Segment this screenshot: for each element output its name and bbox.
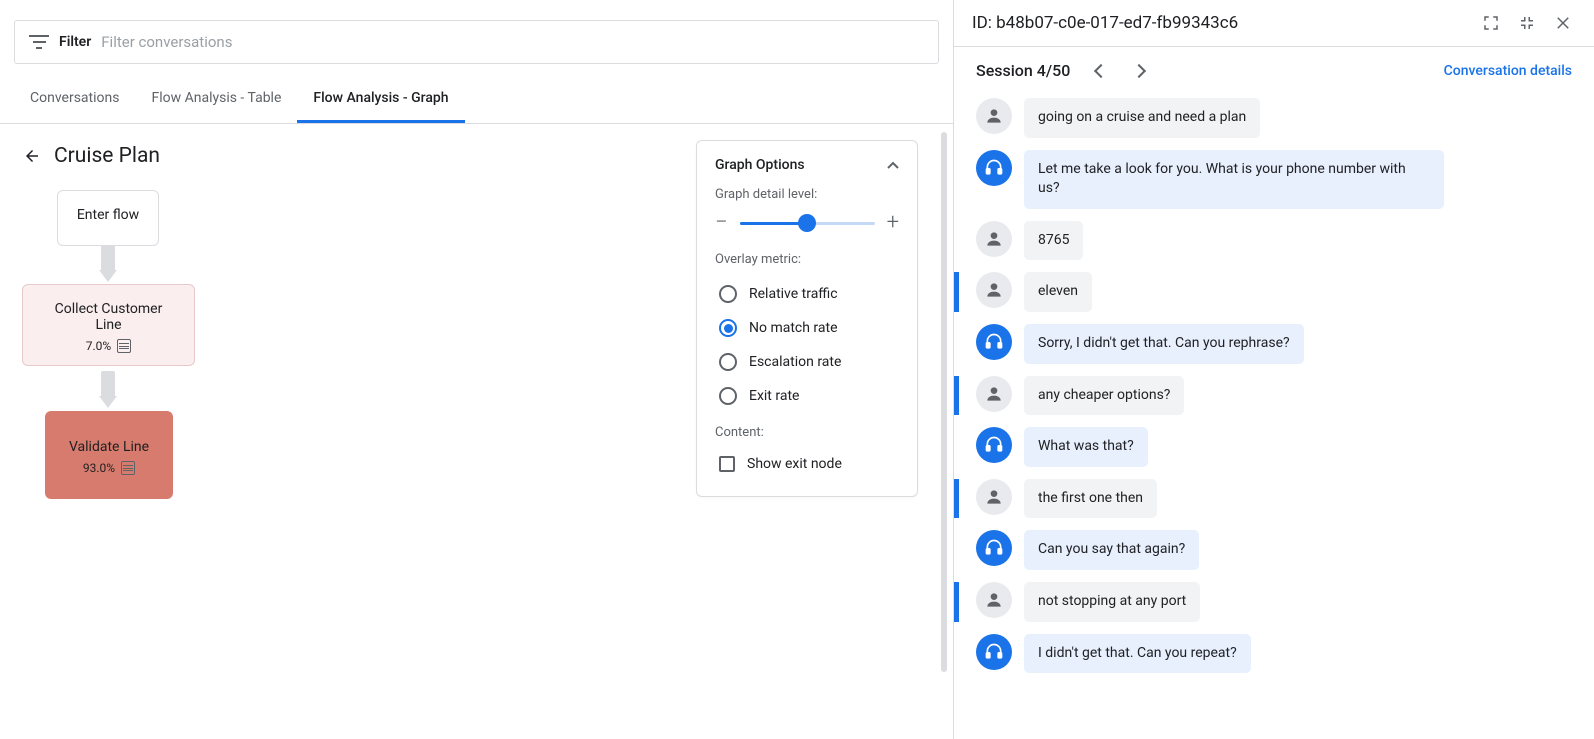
checkbox-show-exit-node[interactable]: Show exit node [715, 450, 899, 478]
tabs: Conversations Flow Analysis - Table Flow… [0, 76, 953, 124]
filter-bar[interactable]: Filter Filter conversations [14, 20, 939, 64]
user-avatar-icon [976, 376, 1012, 412]
message-bubble: What was that? [1024, 427, 1148, 467]
edge [101, 371, 115, 397]
scrollbar[interactable] [943, 132, 953, 692]
tab-conversations[interactable]: Conversations [14, 76, 135, 123]
back-button[interactable] [22, 146, 42, 166]
conversation-id: ID: b48b07-c0e-017-ed7-fb99343c6 [972, 13, 1468, 33]
agent-avatar-icon [976, 427, 1012, 463]
flow-title: Cruise Plan [54, 144, 160, 168]
node-metric: 7.0% [86, 339, 111, 353]
slider-thumb[interactable] [798, 214, 816, 232]
message-row: the first one then [954, 473, 1584, 525]
message-bubble: Can you say that again? [1024, 530, 1199, 570]
node-validate-line[interactable]: Validate Line 93.0% [45, 411, 173, 499]
message-row: going on a cruise and need a plan [954, 92, 1584, 144]
message-bubble: going on a cruise and need a plan [1024, 98, 1260, 138]
tab-flow-table[interactable]: Flow Analysis - Table [135, 76, 297, 123]
session-bar: Session 4/50 Conversation details [954, 46, 1594, 92]
checkbox-box [719, 456, 735, 472]
overlay-metric-radios: Relative traffic No match rate Escalatio… [715, 277, 899, 413]
filter-placeholder: Filter conversations [101, 33, 232, 51]
radio-escalation-rate[interactable]: Escalation rate [715, 345, 899, 379]
message-bubble: any cheaper options? [1024, 376, 1184, 416]
scrollbar-thumb[interactable] [941, 132, 947, 672]
user-avatar-icon [976, 582, 1012, 618]
checkbox-label: Show exit node [747, 456, 842, 472]
node-metric: 93.0% [83, 461, 115, 475]
radio-label: No match rate [749, 320, 838, 336]
details-icon[interactable] [121, 461, 135, 475]
radio-relative-traffic[interactable]: Relative traffic [715, 277, 899, 311]
message-bubble: I didn't get that. Can you repeat? [1024, 634, 1251, 674]
message-row: Let me take a look for you. What is your… [954, 144, 1584, 215]
message-bubble: eleven [1024, 272, 1092, 312]
node-collect-customer-line[interactable]: Collect Customer Line 7.0% [22, 284, 195, 366]
filter-icon [29, 35, 49, 49]
fullscreen-exit-icon[interactable] [1514, 10, 1540, 36]
message-bubble: not stopping at any port [1024, 582, 1200, 622]
radio-no-match-rate[interactable]: No match rate [715, 311, 899, 345]
fullscreen-enter-icon[interactable] [1478, 10, 1504, 36]
agent-avatar-icon [976, 324, 1012, 360]
message-row: eleven [954, 266, 1584, 318]
detail-slider: − + [715, 212, 899, 234]
collapse-icon[interactable] [887, 161, 899, 169]
message-bubble: Let me take a look for you. What is your… [1024, 150, 1444, 209]
radio-label: Escalation rate [749, 354, 841, 370]
conversation-details-link[interactable]: Conversation details [1444, 63, 1572, 79]
message-row: I didn't get that. Can you repeat? [954, 628, 1584, 680]
radio-label: Relative traffic [749, 286, 838, 302]
message-row: Can you say that again? [954, 524, 1584, 576]
radio-exit-rate[interactable]: Exit rate [715, 379, 899, 413]
agent-avatar-icon [976, 530, 1012, 566]
edge-arrowhead [99, 270, 117, 282]
overlay-metric-label: Overlay metric: [715, 252, 899, 267]
user-avatar-icon [976, 479, 1012, 515]
agent-avatar-icon [976, 634, 1012, 670]
content-label: Content: [715, 425, 899, 440]
messages-list[interactable]: going on a cruise and need a plan Let me… [954, 92, 1594, 739]
message-row: any cheaper options? [954, 370, 1584, 422]
session-label: Session 4/50 [976, 61, 1070, 80]
radio-label: Exit rate [749, 388, 799, 404]
message-row: What was that? [954, 421, 1584, 473]
next-session-button[interactable] [1132, 63, 1146, 77]
message-bubble: Sorry, I didn't get that. Can you rephra… [1024, 324, 1304, 364]
close-icon[interactable] [1550, 10, 1576, 36]
message-bubble: 8765 [1024, 221, 1083, 261]
slider-fill [740, 222, 808, 225]
panel-title: Graph Options [715, 157, 805, 173]
slider-minus-button[interactable]: − [715, 212, 728, 234]
node-title: Validate Line [66, 439, 152, 455]
node-enter-flow[interactable]: Enter flow [57, 190, 159, 246]
edge-arrowhead [99, 396, 117, 408]
user-avatar-icon [976, 272, 1012, 308]
node-title: Enter flow [68, 207, 148, 223]
agent-avatar-icon [976, 150, 1012, 186]
details-icon[interactable] [117, 339, 131, 353]
user-avatar-icon [976, 221, 1012, 257]
node-title: Collect Customer Line [43, 301, 174, 333]
graph-options-panel: Graph Options Graph detail level: − + Ov… [696, 140, 918, 497]
prev-session-button[interactable] [1094, 63, 1108, 77]
filter-label: Filter [59, 34, 91, 50]
user-avatar-icon [976, 98, 1012, 134]
slider-plus-button[interactable]: + [887, 212, 899, 234]
edge [101, 245, 115, 271]
tab-flow-graph[interactable]: Flow Analysis - Graph [297, 76, 464, 123]
message-bubble: the first one then [1024, 479, 1157, 519]
message-row: 8765 [954, 215, 1584, 267]
message-row: Sorry, I didn't get that. Can you rephra… [954, 318, 1584, 370]
message-row: not stopping at any port [954, 576, 1584, 628]
detail-level-label: Graph detail level: [715, 187, 899, 202]
slider-track[interactable] [740, 222, 875, 225]
detail-header: ID: b48b07-c0e-017-ed7-fb99343c6 [954, 0, 1594, 46]
